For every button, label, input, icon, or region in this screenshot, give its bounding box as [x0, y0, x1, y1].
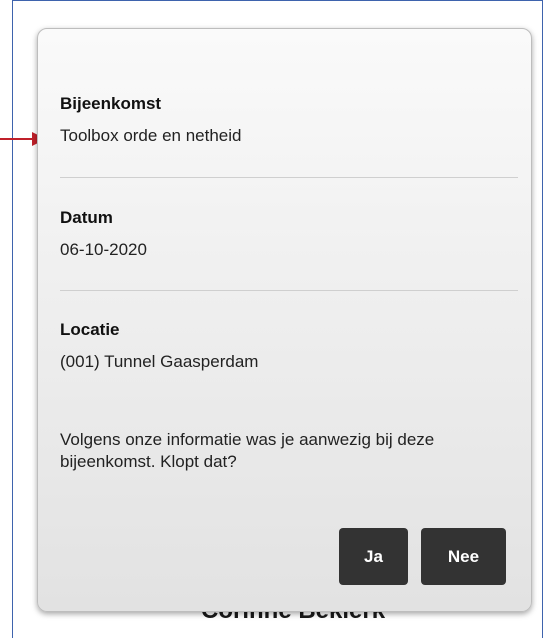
field-label: Locatie: [60, 320, 120, 339]
field-label: Datum: [60, 208, 113, 227]
field-bijeenkomst: Bijeenkomst Toolbox orde en netheid: [60, 93, 518, 147]
field-label: Bijeenkomst: [60, 94, 162, 113]
field-datum: Datum 06-10-2020: [60, 207, 518, 261]
divider: [60, 177, 518, 178]
field-value: (001) Tunnel Gaasperdam: [60, 352, 259, 371]
yes-button[interactable]: Ja: [339, 528, 408, 585]
field-locatie: Locatie (001) Tunnel Gaasperdam: [60, 319, 518, 373]
annotation-arrow-line: [0, 138, 34, 140]
field-value: 06-10-2020: [60, 240, 147, 259]
attendance-question: Volgens onze informatie was je aanwezig …: [60, 430, 435, 471]
field-value: Toolbox orde en netheid: [60, 126, 242, 145]
attendance-confirmation-dialog: Bijeenkomst Toolbox orde en netheid Datu…: [37, 28, 532, 612]
no-button[interactable]: Nee: [421, 528, 506, 585]
divider: [60, 290, 518, 291]
